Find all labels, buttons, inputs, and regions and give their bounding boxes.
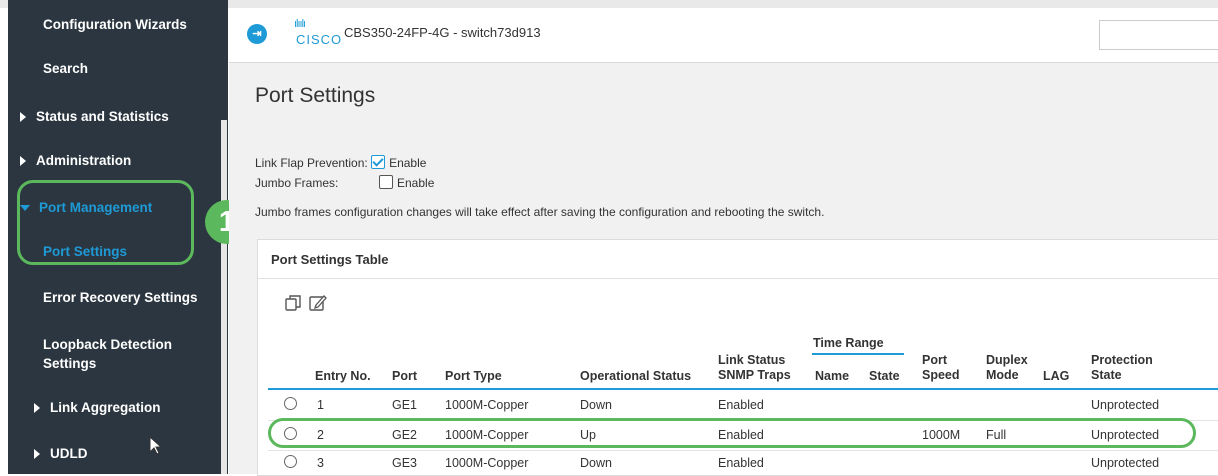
column-header-line: Port bbox=[922, 353, 947, 367]
column-header-line: Speed bbox=[922, 368, 960, 382]
cell-port: GE3 bbox=[392, 456, 418, 470]
column-header-port: Port bbox=[392, 369, 417, 383]
column-header-lag: LAG bbox=[1043, 369, 1070, 383]
page-title: Port Settings bbox=[255, 84, 376, 107]
mouse-cursor-icon bbox=[149, 436, 163, 455]
cell-port-type: 1000M-Copper bbox=[445, 456, 529, 470]
column-header-operational-status: Operational Status bbox=[580, 369, 692, 383]
sidebar-item-label: Administration bbox=[36, 153, 132, 168]
column-header-name: Name bbox=[815, 369, 850, 383]
jumbo-frames-enable-label: Enable bbox=[397, 176, 435, 190]
chevron-right-icon bbox=[20, 156, 26, 167]
edit-icon[interactable] bbox=[308, 293, 328, 313]
cell-entry: 3 bbox=[317, 456, 324, 470]
cell-snmp-traps: Enabled bbox=[718, 456, 764, 470]
column-header-line: Mode bbox=[986, 368, 1019, 382]
column-header-state: State bbox=[869, 369, 900, 383]
copy-settings-icon[interactable] bbox=[284, 293, 304, 313]
cell-port: GE1 bbox=[392, 398, 418, 412]
link-flap-option: Link Flap Prevention: Enable bbox=[255, 155, 426, 170]
sidebar-item-link-aggregation[interactable]: Link Aggregation bbox=[34, 400, 214, 415]
sidebar-item-loopback-detection[interactable]: Loopback Detection Settings bbox=[43, 335, 223, 373]
cell-protection-state: Unprotected bbox=[1091, 398, 1160, 412]
sidebar-item-label: Link Aggregation bbox=[50, 400, 161, 415]
sidebar-item-status-statistics[interactable]: Status and Statistics bbox=[20, 109, 220, 124]
table-header-underline bbox=[268, 388, 1218, 390]
cell-port-type: 1000M-Copper bbox=[445, 398, 529, 412]
cell-operational-status: Down bbox=[580, 456, 612, 470]
column-header-port-speed: Port Speed bbox=[922, 353, 960, 383]
chevron-right-icon bbox=[34, 403, 40, 414]
column-header-line: Link Status bbox=[718, 353, 786, 367]
cell-operational-status: Down bbox=[580, 398, 612, 412]
highlight-outline-row bbox=[268, 418, 1196, 448]
cell-protection-state: Unprotected bbox=[1091, 456, 1160, 470]
column-header-line: Protection bbox=[1091, 353, 1153, 367]
sidebar-item-label: Loopback Detection bbox=[43, 337, 173, 352]
menu-toggle-icon[interactable]: ⇥ bbox=[247, 24, 267, 44]
sidebar-item-search[interactable]: Search bbox=[43, 61, 223, 76]
link-flap-label: Link Flap Prevention: bbox=[255, 156, 368, 170]
link-flap-checkbox[interactable] bbox=[371, 155, 386, 169]
sidebar-item-label: Settings bbox=[43, 356, 97, 371]
row-select-radio[interactable] bbox=[284, 455, 297, 468]
column-header-entry-no: Entry No. bbox=[315, 369, 371, 383]
link-flap-enable-label: Enable bbox=[389, 156, 427, 170]
jumbo-frames-note: Jumbo frames configuration changes will … bbox=[255, 205, 825, 219]
highlight-outline-sidebar bbox=[17, 180, 194, 265]
column-header-time-range: Time Range bbox=[813, 336, 884, 350]
row-select-radio[interactable] bbox=[284, 397, 297, 410]
jumbo-frames-checkbox[interactable] bbox=[379, 175, 393, 189]
table-title: Port Settings Table bbox=[271, 252, 389, 267]
chevron-right-icon bbox=[20, 112, 26, 123]
divider bbox=[258, 278, 1218, 279]
cisco-logo: CISCO bbox=[296, 32, 343, 47]
jumbo-frames-option: Jumbo Frames: Enable bbox=[255, 175, 434, 190]
column-header-port-type: Port Type bbox=[445, 369, 502, 383]
time-range-underline bbox=[812, 353, 904, 355]
table-row[interactable]: 1 GE1 1000M-Copper Down Enabled Unprotec… bbox=[268, 393, 1218, 417]
cell-entry: 1 bbox=[317, 398, 324, 412]
sidebar: Configuration Wizards Search Status and … bbox=[8, 0, 228, 474]
column-header-line: SNMP Traps bbox=[718, 368, 791, 382]
jumbo-frames-label: Jumbo Frames: bbox=[255, 176, 339, 190]
table-row[interactable]: 3 GE3 1000M-Copper Down Enabled Unprotec… bbox=[268, 451, 1218, 475]
sidebar-item-label: Status and Statistics bbox=[36, 109, 169, 124]
column-header-duplex-mode: Duplex Mode bbox=[986, 353, 1028, 383]
sidebar-scrollbar[interactable] bbox=[221, 120, 227, 474]
header: ⇥ ılıılı CISCO CBS350-24FP-4G - switch73… bbox=[229, 8, 1218, 63]
sidebar-item-label: Configuration Wizards bbox=[43, 17, 187, 32]
cisco-logo-bars: ılıılı bbox=[294, 18, 306, 30]
cell-snmp-traps: Enabled bbox=[718, 398, 764, 412]
sidebar-item-administration[interactable]: Administration bbox=[20, 153, 220, 168]
column-header-protection-state: Protection State bbox=[1091, 353, 1153, 383]
column-header-link-status: Link Status SNMP Traps bbox=[718, 353, 791, 383]
chevron-right-icon bbox=[34, 449, 40, 460]
sidebar-item-label: Search bbox=[43, 61, 89, 76]
sidebar-item-udld[interactable]: UDLD bbox=[34, 446, 134, 461]
search-input[interactable] bbox=[1099, 20, 1218, 50]
column-header-line: State bbox=[1091, 368, 1122, 382]
sidebar-item-error-recovery[interactable]: Error Recovery Settings bbox=[43, 290, 223, 305]
sidebar-item-label: Error Recovery Settings bbox=[43, 290, 198, 305]
column-header-line: Duplex bbox=[986, 353, 1028, 367]
sidebar-item-config-wizards[interactable]: Configuration Wizards bbox=[43, 17, 223, 32]
sidebar-item-label: UDLD bbox=[50, 446, 88, 461]
device-name: CBS350-24FP-4G - switch73d913 bbox=[344, 25, 541, 40]
